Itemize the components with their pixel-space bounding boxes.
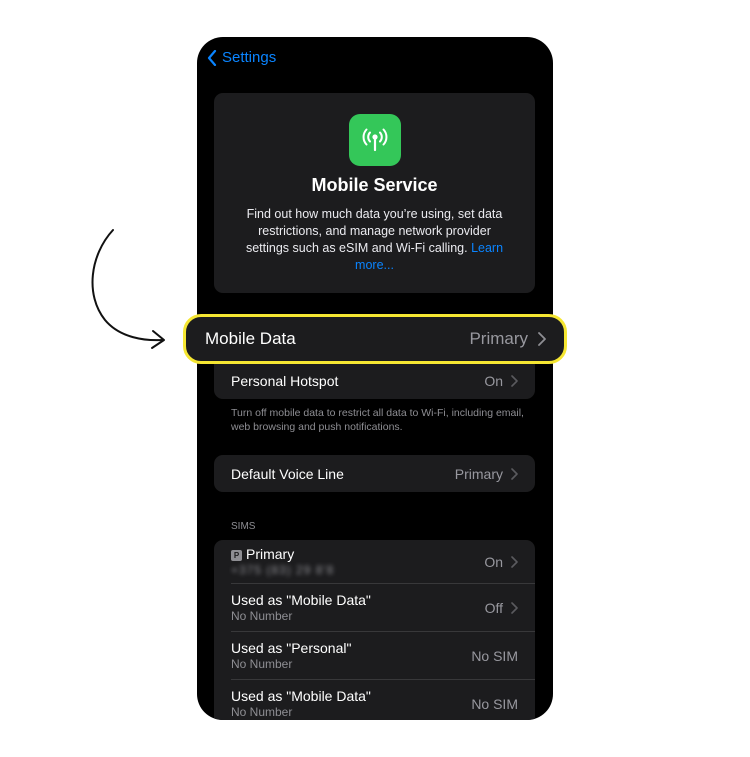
- curved-arrow-icon: [91, 229, 165, 349]
- sim-number: No Number: [231, 704, 293, 719]
- page-title: Mobile Service: [311, 175, 438, 195]
- personal-hotspot-row[interactable]: Personal Hotspot On: [214, 362, 535, 399]
- mobile-data-label: Mobile Data: [205, 329, 296, 348]
- default-voice-line-label: Default Voice Line: [231, 465, 344, 482]
- sim-row-personal[interactable]: Used as "Personal" No Number No SIM: [214, 632, 535, 679]
- sim-row-mobile-data[interactable]: Used as "Mobile Data" No Number Off: [214, 584, 535, 631]
- sim-label: Used as "Mobile Data": [231, 591, 371, 608]
- chevron-right-icon: [538, 332, 546, 346]
- mobile-service-intro-card: Mobile Service Find out how much data yo…: [214, 93, 535, 293]
- personal-hotspot-label: Personal Hotspot: [231, 372, 339, 389]
- voice-line-group: Default Voice Line Primary: [214, 455, 535, 492]
- chevron-right-icon: [511, 374, 518, 387]
- chevron-left-icon: [207, 49, 217, 66]
- mobile-data-footnote: Turn off mobile data to restrict all dat…: [231, 407, 524, 433]
- mobile-data-row[interactable]: Mobile Data Primary: [183, 314, 567, 364]
- sim-number: No Number: [231, 656, 293, 671]
- sim-value: No SIM: [471, 647, 518, 664]
- sim-label: Primary: [246, 545, 295, 562]
- sims-section-header: SIMS: [231, 521, 256, 532]
- intro-description-text: Find out how much data you’re using, set…: [245, 207, 503, 255]
- chevron-right-icon: [511, 467, 518, 480]
- intro-description: Find out how much data you’re using, set…: [236, 206, 513, 274]
- sim-label: Used as "Mobile Data": [231, 687, 371, 704]
- chevron-right-icon: [511, 555, 518, 568]
- personal-hotspot-value: On: [484, 372, 503, 389]
- back-button[interactable]: Settings: [207, 49, 276, 66]
- sim-value: No SIM: [471, 695, 518, 712]
- antenna-signal-icon: [349, 114, 401, 166]
- default-voice-line-value: Primary: [454, 465, 503, 482]
- sims-group: P Primary +375 (83) 29 8'8 On Used as "Mo…: [214, 540, 535, 720]
- sim-phone-number: +375 (83) 29 8'8: [231, 562, 335, 577]
- sim-badge-icon: P: [231, 549, 242, 561]
- default-voice-line-row[interactable]: Default Voice Line Primary: [214, 455, 535, 492]
- sim-value: On: [484, 553, 503, 570]
- mobile-data-value: Primary: [469, 329, 528, 348]
- phone-screen: Settings Mobile Service Find out how muc…: [197, 37, 553, 720]
- sim-value: Off: [484, 599, 503, 616]
- sim-label: Used as "Personal": [231, 639, 352, 656]
- chevron-right-icon: [511, 601, 518, 614]
- sim-number: No Number: [231, 608, 293, 623]
- sim-row-mobile-data-2[interactable]: Used as "Mobile Data" No Number No SIM: [214, 680, 535, 720]
- back-label: Settings: [222, 49, 277, 66]
- sim-row-primary[interactable]: P Primary +375 (83) 29 8'8 On: [214, 540, 535, 583]
